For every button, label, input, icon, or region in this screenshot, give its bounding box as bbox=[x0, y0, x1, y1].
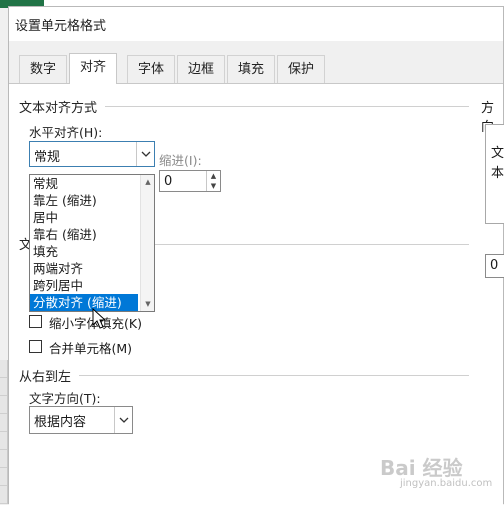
alignment-panel: 文本对齐方式 水平对齐(H): 常规 缩进(I): 0 ▲ ▼ 常规 靠左 (缩… bbox=[9, 83, 504, 505]
row-header bbox=[0, 396, 7, 414]
dialog-titlebar[interactable]: 设置单元格格式 bbox=[9, 7, 503, 41]
tab-fill[interactable]: 填充 bbox=[227, 55, 276, 83]
section-divider bbox=[79, 375, 469, 376]
rtl-heading: 从右到左 bbox=[19, 370, 72, 385]
degrees-input[interactable]: 0 bbox=[485, 254, 504, 278]
horizontal-align-select[interactable]: 常规 bbox=[29, 141, 155, 167]
dropdown-option[interactable]: 填充 bbox=[30, 243, 138, 260]
watermark-logo: Bai 经验 bbox=[380, 456, 463, 480]
excel-row-headers bbox=[0, 360, 8, 504]
tab-alignment[interactable]: 对齐 bbox=[69, 53, 118, 84]
orientation-text-line2: 本 bbox=[491, 166, 504, 181]
text-direction-value: 根据内容 bbox=[34, 415, 87, 430]
dropdown-scrollbar[interactable]: ▲ ▼ bbox=[140, 175, 154, 311]
dialog-tabs: 数字 对齐 字体 边框 填充 保护 bbox=[9, 53, 503, 84]
indent-label: 缩进(I): bbox=[159, 153, 202, 168]
dropdown-option[interactable]: 居中 bbox=[30, 209, 138, 226]
scroll-up-icon[interactable]: ▲ bbox=[143, 177, 153, 187]
merge-cells-checkbox[interactable] bbox=[29, 340, 42, 353]
text-alignment-heading: 文本对齐方式 bbox=[19, 101, 98, 116]
text-direction-label: 文字方向(T): bbox=[29, 391, 101, 406]
spin-up-icon[interactable]: ▲ bbox=[207, 171, 220, 181]
text-direction-select[interactable]: 根据内容 bbox=[29, 406, 133, 434]
chevron-down-icon[interactable] bbox=[114, 407, 132, 433]
row-header bbox=[0, 450, 7, 468]
section-divider bbox=[105, 106, 469, 107]
dropdown-option[interactable]: 跨列居中 bbox=[30, 277, 138, 294]
horizontal-align-value: 常规 bbox=[34, 150, 61, 165]
horizontal-align-dropdown-list[interactable]: 常规 靠左 (缩进) 居中 靠右 (缩进) 填充 两端对齐 跨列居中 分散对齐 … bbox=[29, 174, 155, 312]
dropdown-option[interactable]: 靠右 (缩进) bbox=[30, 226, 138, 243]
dropdown-option-selected[interactable]: 分散对齐 (缩进) bbox=[30, 294, 138, 311]
spin-down-icon[interactable]: ▼ bbox=[207, 181, 220, 191]
row-header bbox=[0, 486, 7, 504]
dropdown-option[interactable]: 两端对齐 bbox=[30, 260, 138, 277]
indent-value: 0 bbox=[164, 174, 173, 189]
dropdown-option[interactable]: 常规 bbox=[30, 175, 138, 192]
watermark-url: jingyan.baidu.com bbox=[400, 478, 493, 489]
tab-protection[interactable]: 保护 bbox=[277, 55, 326, 83]
row-header bbox=[0, 360, 7, 378]
shrink-to-fit-checkbox[interactable] bbox=[29, 315, 42, 328]
tab-number[interactable]: 数字 bbox=[19, 55, 68, 83]
format-cells-dialog: 设置单元格格式 数字 对齐 字体 边框 填充 保护 文本对齐方式 水平对齐(H)… bbox=[8, 6, 504, 505]
indent-stepper[interactable]: 0 ▲ ▼ bbox=[159, 170, 221, 192]
orientation-text-line1: 文 bbox=[491, 146, 504, 161]
indent-spin-buttons[interactable]: ▲ ▼ bbox=[206, 171, 220, 191]
merge-cells-label: 合并单元格(M) bbox=[49, 341, 133, 356]
dialog-title: 设置单元格格式 bbox=[15, 19, 107, 34]
dropdown-option[interactable]: 靠左 (缩进) bbox=[30, 192, 138, 209]
scroll-down-icon[interactable]: ▼ bbox=[143, 299, 153, 309]
row-header bbox=[0, 432, 7, 450]
mouse-pointer-icon bbox=[92, 308, 107, 329]
row-header bbox=[0, 468, 7, 486]
chevron-down-icon[interactable] bbox=[136, 142, 154, 166]
row-header bbox=[0, 414, 7, 432]
row-header bbox=[0, 378, 7, 396]
tab-font[interactable]: 字体 bbox=[127, 55, 176, 83]
tab-border[interactable]: 边框 bbox=[177, 55, 226, 83]
section-divider bbox=[155, 244, 469, 245]
horizontal-align-label: 水平对齐(H): bbox=[29, 125, 103, 140]
